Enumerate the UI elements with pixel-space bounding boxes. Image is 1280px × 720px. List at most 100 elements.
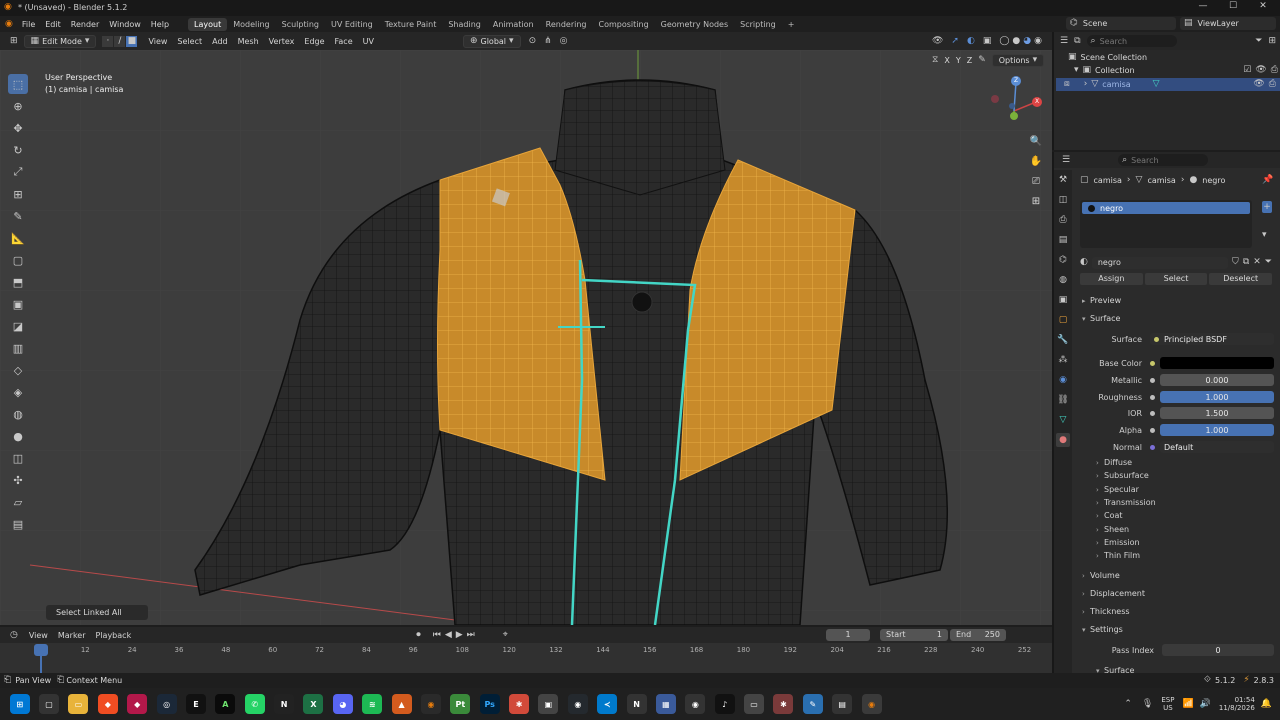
overlay-toggle-icon[interactable]: ◐ xyxy=(967,36,975,46)
material-browse-icon[interactable]: ◐ xyxy=(1080,258,1088,267)
options-dropdown[interactable]: Options ▾ xyxy=(991,54,1045,67)
vscode-icon[interactable]: ≺ xyxy=(597,694,618,714)
outliner-search-input[interactable]: ⌕ Search xyxy=(1086,35,1177,47)
eye-icon[interactable]: 👁 xyxy=(1253,80,1264,89)
properties-editor-icon[interactable]: ☰ xyxy=(1062,155,1070,165)
transmission-subpanel[interactable]: › Transmission xyxy=(1096,498,1156,507)
app-gear-icon[interactable]: ✱ xyxy=(773,694,794,714)
timeline-area[interactable]: 0122436486072849610812013214415616818019… xyxy=(0,643,1052,673)
tab-layout[interactable]: Layout xyxy=(188,17,228,31)
proportional-edit-icon[interactable]: ◎ xyxy=(560,36,568,46)
roughness-slider[interactable]: 1.000 xyxy=(1160,391,1274,403)
pan-hand-icon[interactable]: ✋ xyxy=(1028,153,1044,169)
base-color-swatch[interactable] xyxy=(1160,357,1274,369)
pin-icon[interactable]: 📌 xyxy=(1262,176,1273,185)
particles-tab-icon[interactable]: ⁂ xyxy=(1056,353,1070,367)
xray-toggle-icon[interactable]: ▣ xyxy=(983,36,992,46)
surface-shader-field[interactable]: Principled BSDF xyxy=(1150,333,1274,345)
specular-subpanel[interactable]: › Specular xyxy=(1096,485,1139,494)
surface-panel-header[interactable]: ▾ Surface xyxy=(1082,314,1120,323)
eye-icon[interactable]: 👁 xyxy=(1255,66,1266,75)
menu-vertex[interactable]: Vertex xyxy=(264,36,300,47)
z-axis-label[interactable]: Z xyxy=(1011,76,1021,86)
volume-icon[interactable]: 🔊 xyxy=(1200,699,1211,709)
data-tab-icon[interactable]: ▽ xyxy=(1056,413,1070,427)
scene-selector[interactable]: ⌬ Scene xyxy=(1066,17,1176,30)
menu-uv[interactable]: UV xyxy=(358,36,379,47)
rotate-tool-icon[interactable]: ↻ xyxy=(8,140,28,160)
assign-button[interactable]: Assign xyxy=(1080,273,1143,285)
object-tab-icon[interactable]: ▢ xyxy=(1056,313,1070,327)
subsurface-subpanel[interactable]: › Subsurface xyxy=(1096,471,1149,480)
wrench-icon[interactable]: ✎ xyxy=(978,56,986,65)
photoshop-icon[interactable]: Ps xyxy=(479,694,500,714)
keying-icon[interactable]: ⌖ xyxy=(503,630,508,640)
maximize-button[interactable]: ☐ xyxy=(1222,1,1244,15)
collection-tab-icon[interactable]: ▣ xyxy=(1056,293,1070,307)
mirror-icon[interactable]: ⧖ xyxy=(932,56,938,65)
material-tab-icon[interactable]: ● xyxy=(1056,433,1070,447)
camera-icon[interactable]: ⎙ xyxy=(1269,80,1276,89)
face-select-icon[interactable]: ■ xyxy=(126,35,138,47)
edge-slide-tool-icon[interactable]: ◫ xyxy=(8,448,28,468)
select-button[interactable]: Select xyxy=(1144,273,1208,285)
app-media-icon[interactable]: ▦ xyxy=(655,694,676,714)
axis-z-toggle[interactable]: Z xyxy=(967,56,972,65)
microphone-icon[interactable]: 🎙 xyxy=(1142,699,1153,709)
world-tab-icon[interactable]: ◍ xyxy=(1056,273,1070,287)
blender-task-icon[interactable]: ◉ xyxy=(861,694,882,714)
fake-user-icon[interactable]: ⛉ xyxy=(1232,258,1239,267)
material-shading-icon[interactable]: ◕ xyxy=(1023,36,1031,46)
close-button[interactable]: ✕ xyxy=(1252,1,1274,15)
app-record-icon[interactable]: ◉ xyxy=(685,694,706,714)
menu-mesh[interactable]: Mesh xyxy=(233,36,264,47)
cursor-tool-icon[interactable]: ⊕ xyxy=(8,96,28,116)
display-mode-icon[interactable]: ⧉ xyxy=(1074,36,1080,46)
end-frame-field[interactable]: End 250 xyxy=(950,629,1006,641)
menu-file[interactable]: File xyxy=(17,20,40,29)
navigation-gizmo[interactable]: X Y Z xyxy=(986,76,1042,132)
tab-scripting[interactable]: Scripting xyxy=(734,18,782,31)
timeline-menu-marker[interactable]: Marker xyxy=(53,630,91,641)
output-tab-icon[interactable]: ⎙ xyxy=(1056,213,1070,227)
scene-tab-icon[interactable]: ⌬ xyxy=(1056,253,1070,267)
whatsapp-icon[interactable]: ✆ xyxy=(244,694,265,714)
playhead[interactable] xyxy=(34,644,48,656)
epic-games-icon[interactable]: E xyxy=(185,694,206,714)
tab-rendering[interactable]: Rendering xyxy=(540,18,593,31)
view-layer-tab-icon[interactable]: ▤ xyxy=(1056,233,1070,247)
sheen-subpanel[interactable]: › Sheen xyxy=(1096,525,1129,534)
task-view-icon[interactable]: ▢ xyxy=(39,694,60,714)
menu-window[interactable]: Window xyxy=(104,20,146,29)
add-slot-button[interactable]: + xyxy=(1262,201,1272,213)
physics-tab-icon[interactable]: ◉ xyxy=(1056,373,1070,387)
app-sparkle-icon[interactable]: ✱ xyxy=(509,694,530,714)
edge-select-icon[interactable]: / xyxy=(114,35,126,47)
app-screen-icon[interactable]: ▣ xyxy=(538,694,559,714)
last-operator-panel[interactable]: Select Linked All xyxy=(46,605,148,620)
tiktok-icon[interactable]: ♪ xyxy=(714,694,735,714)
inset-tool-icon[interactable]: ▣ xyxy=(8,294,28,314)
timeline-editor-icon[interactable]: ◷ xyxy=(10,630,18,640)
rendered-shading-icon[interactable]: ◉ xyxy=(1034,36,1042,46)
x-axis-label[interactable]: X xyxy=(1032,97,1042,107)
displacement-panel-header[interactable]: › Displacement xyxy=(1082,589,1145,598)
app-box-icon[interactable]: ▲ xyxy=(391,694,412,714)
app-pen-icon[interactable]: ✎ xyxy=(802,694,823,714)
menu-face[interactable]: Face xyxy=(330,36,358,47)
constraints-tab-icon[interactable]: ⛓ xyxy=(1056,393,1070,407)
ortho-grid-icon[interactable]: ⊞ xyxy=(1028,193,1044,209)
spin-tool-icon[interactable]: ◍ xyxy=(8,404,28,424)
emission-subpanel[interactable]: › Emission xyxy=(1096,538,1140,547)
github-icon[interactable]: ◉ xyxy=(567,694,588,714)
discord-icon[interactable]: ◕ xyxy=(332,694,353,714)
shrink-fatten-tool-icon[interactable]: ✣ xyxy=(8,470,28,490)
app-a-icon[interactable]: A xyxy=(215,694,236,714)
editor-type-icon[interactable]: ⊞ xyxy=(10,36,18,46)
thin-film-subpanel[interactable]: › Thin Film xyxy=(1096,551,1140,560)
duplicate-icon[interactable]: ⧉ xyxy=(1243,258,1249,267)
pivot-icon[interactable]: ⊙ xyxy=(529,36,537,46)
tab-shading[interactable]: Shading xyxy=(442,18,487,31)
node-link-icon[interactable]: ⏷ xyxy=(1265,258,1272,267)
rip-region-tool-icon[interactable]: ▤ xyxy=(8,514,28,534)
